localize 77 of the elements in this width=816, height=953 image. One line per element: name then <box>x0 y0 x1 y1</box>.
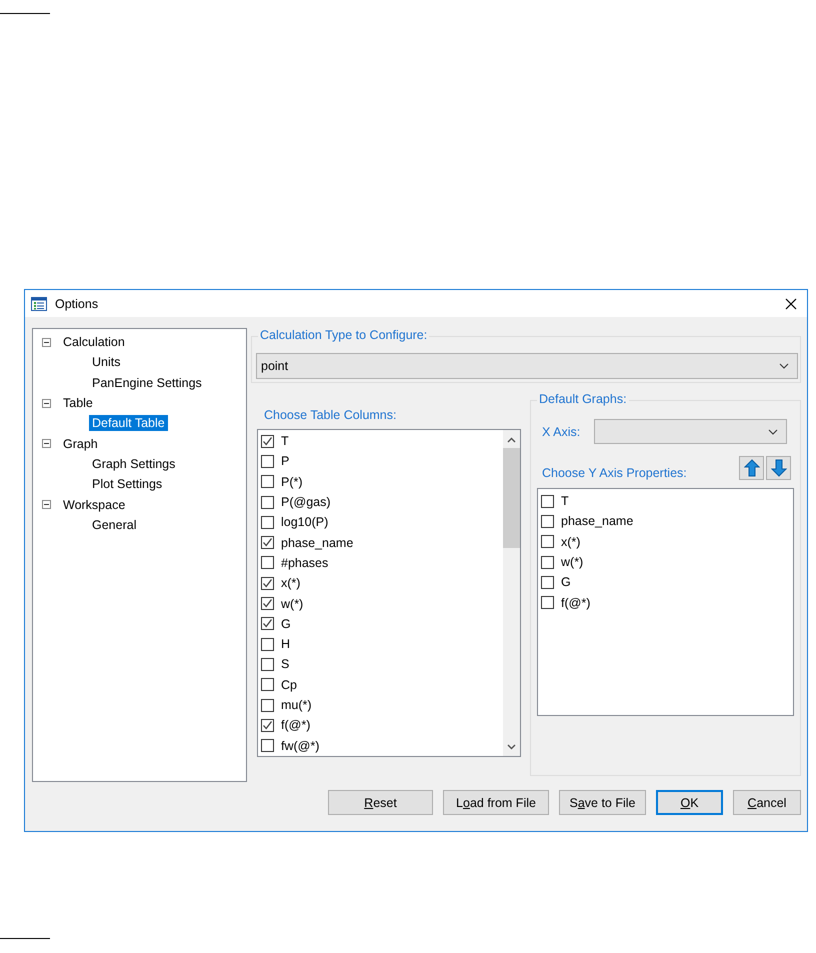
tree-item[interactable]: PanEngine Settings <box>89 374 205 391</box>
property-name: G <box>561 575 571 590</box>
tree-item[interactable]: Default Table <box>89 415 168 432</box>
checkbox[interactable] <box>261 434 274 448</box>
property-name: T <box>561 494 569 508</box>
column-name: T <box>281 434 289 448</box>
checkbox[interactable] <box>541 535 554 548</box>
tree-item[interactable]: Graph Settings <box>89 456 178 472</box>
column-name: fw(@*) <box>281 738 320 753</box>
checkbox[interactable] <box>261 658 274 671</box>
collapse-icon[interactable] <box>42 398 51 408</box>
scrollbar[interactable] <box>503 430 520 756</box>
checkbox[interactable] <box>261 516 274 529</box>
property-name: x(*) <box>561 534 580 549</box>
group-label: Default Graphs: <box>537 392 629 406</box>
column-name: phase_name <box>281 536 354 550</box>
checkbox[interactable] <box>541 556 554 569</box>
column-name: P(@gas) <box>281 495 331 510</box>
property-name: w(*) <box>561 555 584 570</box>
checkbox[interactable] <box>541 494 554 508</box>
collapse-icon[interactable] <box>42 338 51 347</box>
dialog-button[interactable]: Reset <box>328 790 433 815</box>
dialog-button[interactable]: Cancel <box>733 790 801 815</box>
checkbox[interactable] <box>261 718 274 732</box>
collapse-icon[interactable] <box>42 439 51 448</box>
move-up-button[interactable] <box>739 456 764 480</box>
window-title: Options <box>55 296 100 310</box>
column-name: P(*) <box>281 474 303 489</box>
checkbox[interactable] <box>261 617 274 630</box>
tree-item[interactable]: General <box>89 516 140 533</box>
dialog-button[interactable]: Save to File <box>559 790 646 815</box>
column-name: mu(*) <box>281 698 312 712</box>
checkbox[interactable] <box>261 638 274 651</box>
checkbox[interactable] <box>541 514 554 528</box>
column-name: H <box>281 637 290 652</box>
checkbox[interactable] <box>261 739 274 752</box>
checkbox[interactable] <box>541 576 554 589</box>
column-name: Cp <box>281 678 297 692</box>
x-axis-label: X Axis: <box>542 424 580 438</box>
tree-item[interactable]: Units <box>89 354 124 370</box>
column-name: log10(P) <box>281 515 328 530</box>
dialog-button[interactable]: Load from File <box>443 790 549 815</box>
checkbox[interactable] <box>261 454 274 468</box>
checkbox[interactable] <box>261 597 274 610</box>
column-name: x(*) <box>281 576 300 590</box>
tree-item[interactable]: Table <box>60 395 96 412</box>
column-name: S <box>281 657 290 672</box>
list-window-icon <box>31 296 47 312</box>
checkbox[interactable] <box>261 576 274 590</box>
checkbox[interactable] <box>261 536 274 550</box>
calculation-type-dropdown[interactable]: point <box>256 353 798 379</box>
list-label: Choose Table Columns: <box>264 408 398 424</box>
property-name: phase_name <box>561 514 634 528</box>
checkbox[interactable] <box>261 475 274 488</box>
column-name: P <box>281 454 290 468</box>
scroll-up-icon[interactable] <box>507 437 516 443</box>
column-name: #phases <box>281 556 328 570</box>
checkbox[interactable] <box>261 698 274 712</box>
checkbox[interactable] <box>261 678 274 692</box>
tree-item[interactable]: Graph <box>60 436 101 452</box>
collapse-icon[interactable] <box>42 500 51 510</box>
close-icon[interactable] <box>785 298 797 310</box>
column-name: f(@*) <box>281 718 310 732</box>
checkbox[interactable] <box>541 596 554 610</box>
property-name: f(@*) <box>561 596 590 610</box>
tree-item[interactable]: Calculation <box>60 334 128 350</box>
column-name: G <box>281 616 291 631</box>
group-label: Calculation Type to Configure: <box>258 328 430 342</box>
dialog-button[interactable]: OK <box>656 790 723 815</box>
tree-item[interactable]: Workspace <box>60 496 128 513</box>
column-name: w(*) <box>281 596 304 611</box>
move-down-button[interactable] <box>766 456 791 480</box>
tree-item[interactable]: Plot Settings <box>89 476 166 492</box>
list-label: Choose Y Axis Properties: <box>542 466 687 480</box>
checkbox[interactable] <box>261 556 274 570</box>
scroll-down-icon[interactable] <box>507 744 516 750</box>
checkbox[interactable] <box>261 496 274 509</box>
